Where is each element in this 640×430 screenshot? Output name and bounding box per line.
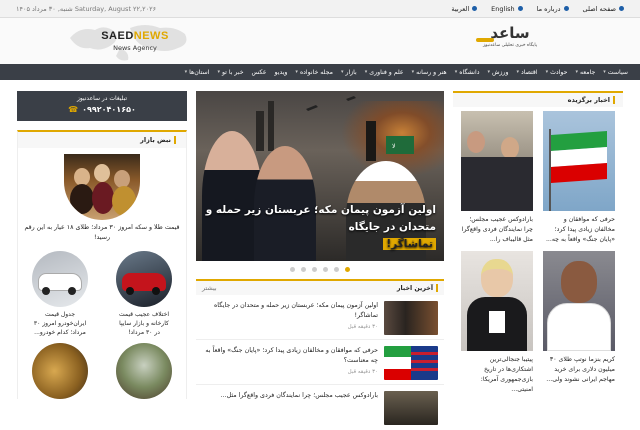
slider-dots — [196, 267, 444, 275]
market-box: نبض بازار قیمت طلا و سکه امروز ۳۰ مرداد؛… — [17, 130, 187, 399]
latest-news-box: آخرین اخبار بیشتر اولین آزمون پیمان مکه؛… — [196, 279, 444, 430]
market-card[interactable]: اختلاف عجیب قیمت کارخانه و بازار سایپا د… — [116, 251, 172, 337]
ad-phone: ۰۹۹۲۰۴۰۱۶۵۰ — [82, 105, 136, 114]
iran-flag-image — [543, 111, 615, 211]
chevron-down-icon: ▾ — [454, 69, 458, 75]
featured-card[interactable]: حرفی که موافقان و مخالفان زیادی پیدا کرد… — [543, 111, 615, 245]
parliament-image — [461, 111, 533, 211]
heading-accent-bar — [174, 136, 176, 144]
heading-accent-bar — [436, 284, 438, 292]
chevron-down-icon: ▾ — [217, 69, 220, 75]
nav-item[interactable]: ورزش ▾ — [487, 69, 508, 76]
slider-title[interactable]: اولین آزمون پیمان مکه؛ عربستان زیر حمله … — [204, 202, 436, 253]
market-card[interactable]: جدول قیمت ایران‌خودرو امروز ۳۰ مرداد؛ کد… — [32, 251, 88, 337]
benzema-image — [543, 251, 615, 351]
nav-item[interactable]: ویدیو — [275, 69, 288, 76]
chevron-down-icon: ▾ — [545, 69, 549, 75]
slider-dot[interactable] — [345, 267, 350, 272]
more-link[interactable]: بیشتر — [202, 285, 217, 292]
chevron-down-icon: ▾ — [364, 69, 368, 75]
featured-card[interactable]: بارادوکس عجیب مجلس؛ چرا نمایندگان فردی و… — [461, 111, 533, 245]
market-card-caption: جدول قیمت ایران‌خودرو امروز ۳۰ مرداد؛ کد… — [33, 311, 87, 336]
chevron-down-icon: ▾ — [603, 69, 606, 75]
featured-card[interactable]: کریم بنزما نوتپ طلای ۳۰ میلیون دلاری برا… — [543, 251, 615, 395]
nav-item[interactable]: مجله خانواده ▾ — [295, 69, 333, 76]
about-link[interactable]: درباره ما — [537, 5, 569, 13]
nav-item[interactable]: جامعه ▾ — [575, 69, 595, 76]
nav-item[interactable]: هنر و رسانه ▾ — [412, 69, 447, 76]
chevron-down-icon: ▾ — [340, 69, 344, 75]
market-top-image[interactable] — [64, 154, 140, 220]
nav-item[interactable]: اقتصاد ▾ — [517, 69, 538, 76]
news-thumbnail — [384, 346, 438, 380]
saednews-logo-fa[interactable]: ساعد پایگاه خبری تحلیلی ساعدنیوز — [470, 24, 550, 58]
home-icon — [619, 6, 624, 11]
info-icon — [563, 6, 569, 11]
market-card[interactable] — [32, 343, 88, 399]
latest-item[interactable]: اولین آزمون پیمان مکه؛ عربستان زیر حمله … — [196, 295, 444, 340]
nav-item[interactable]: عکس — [252, 69, 267, 76]
headline-slider[interactable]: ﻻ اولین آزمون پیمان مکه؛ عربستان زیر حمل… — [196, 91, 444, 261]
car-image — [116, 251, 172, 307]
home-link[interactable]: صفحه اصلی — [583, 5, 624, 13]
money-image — [116, 343, 172, 399]
nav-item[interactable]: خبر با تو ▾ — [217, 69, 243, 76]
slider-dot[interactable] — [323, 267, 328, 272]
market-card[interactable] — [116, 343, 172, 399]
nav-item[interactable]: سیاست ▾ — [603, 69, 628, 76]
nav-item[interactable]: دانشگاه ▾ — [455, 69, 480, 76]
market-top-caption[interactable]: قیمت طلا و سکه امروز ۳۰ مرداد؛ طلای ۱۸ ع… — [18, 223, 186, 243]
english-link[interactable]: English — [491, 5, 523, 13]
coins-image — [32, 343, 88, 399]
slider-dot[interactable] — [334, 267, 339, 272]
globe-icon — [517, 6, 523, 11]
featured-heading: اخبار برگزیده — [453, 91, 623, 107]
ad-box[interactable]: تبلیغات در ساعدنیوز ۰۹۹۲۰۴۰۱۶۵۰ ☎ — [17, 91, 187, 121]
main-nav: سیاست ▾ جامعه ▾ حوادث ▾ اقتصاد ▾ ورزش ▾ دانشگ… — [0, 64, 640, 80]
latest-header: آخرین اخبار بیشتر — [196, 281, 444, 295]
market-heading: نبض بازار — [18, 132, 186, 148]
spokesperson-image — [461, 251, 533, 351]
saednews-logo-en[interactable]: SAEDNEWS News Agency — [100, 30, 170, 58]
chevron-down-icon: ▾ — [575, 69, 578, 75]
right-column: اخبار برگزیده حرفی که موافقان و مخالفان … — [453, 91, 623, 401]
top-bar: صفحه اصلی درباره ما English العربية شنبه… — [0, 0, 640, 18]
slider-dot[interactable] — [312, 267, 317, 272]
featured-card[interactable]: پیتیبا جنجالی‌ترین اشتکاری‌ها در تاریخ ب… — [461, 251, 533, 395]
logo-accent-bar — [476, 38, 494, 42]
phone-icon: ☎ — [68, 105, 79, 114]
chevron-down-icon: ▾ — [487, 69, 490, 75]
left-column: تبلیغات در ساعدنیوز ۰۹۹۲۰۴۰۱۶۵۰ ☎ نبض باز… — [17, 91, 187, 399]
globe-icon — [472, 6, 478, 11]
slider-dot[interactable] — [301, 267, 306, 272]
nav-item[interactable]: استان‌ها ▾ — [185, 69, 210, 76]
chevron-down-icon: ▾ — [295, 69, 298, 75]
news-thumbnail — [384, 391, 438, 425]
car-image — [32, 251, 88, 307]
news-thumbnail — [384, 301, 438, 335]
latest-item[interactable]: حرفی که موافقان و مخالفان زیادی پیدا کرد… — [196, 340, 444, 385]
site-header: SAEDNEWS News Agency ساعد پایگاه خبری تح… — [0, 18, 640, 64]
market-card-caption: اختلاف عجیب قیمت کارخانه و بازار سایپا د… — [119, 311, 169, 336]
current-date: شنبه, ۳۰ مرداد ۱۴۰۵ Saturday, August ۲۲,… — [16, 4, 157, 13]
nav-item[interactable]: علم و فناوری ▾ — [365, 69, 404, 76]
top-links: صفحه اصلی درباره ما English العربية — [451, 5, 624, 13]
arabic-link[interactable]: العربية — [451, 5, 478, 13]
svg-text:ﻻ: ﻻ — [392, 143, 395, 150]
slider-dot[interactable] — [290, 267, 295, 272]
center-column: ﻻ اولین آزمون پیمان مکه؛ عربستان زیر حمل… — [196, 91, 444, 430]
latest-item[interactable]: بارادوکس عجیب مجلس؛ چرا نمایندگان فردی و… — [196, 385, 444, 430]
nav-item[interactable]: حوادث ▾ — [546, 69, 568, 76]
ad-title: تبلیغات در ساعدنیوز — [76, 95, 128, 102]
nav-item[interactable]: بازار ▾ — [341, 69, 357, 76]
chevron-down-icon: ▾ — [184, 69, 188, 75]
chevron-down-icon: ▾ — [411, 69, 415, 75]
chevron-down-icon: ▾ — [516, 69, 520, 75]
heading-accent-bar — [613, 96, 615, 104]
